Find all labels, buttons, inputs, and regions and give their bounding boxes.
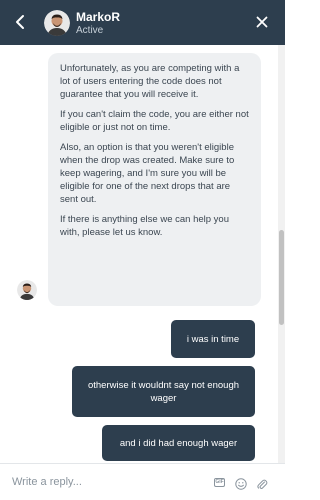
- agent-message-paragraph: If there is anything else we can help yo…: [60, 214, 229, 238]
- attach-button[interactable]: [256, 477, 268, 489]
- agent-message-paragraph: Unfortunately, as you are competing with…: [60, 63, 240, 100]
- user-message: and i did had enough wager: [102, 425, 255, 461]
- agent-message-paragraph: If you can't claim the code, you are eit…: [60, 109, 249, 133]
- agent-message: Unfortunately, as you are competing with…: [48, 53, 261, 306]
- agent-avatar: [44, 10, 70, 36]
- chevron-left-icon: [16, 15, 24, 29]
- agent-status: Active: [76, 25, 104, 36]
- user-message: i was in time: [171, 320, 255, 358]
- close-button[interactable]: [251, 11, 273, 33]
- reply-input[interactable]: [12, 473, 202, 491]
- emoji-icon: [235, 478, 247, 490]
- scrollbar-thumb[interactable]: [279, 230, 284, 325]
- paperclip-icon: [257, 479, 268, 489]
- user-message: otherwise it wouldnt say not enough wage…: [72, 366, 255, 417]
- back-button[interactable]: [10, 11, 32, 33]
- agent-name: MarkoR: [76, 10, 121, 24]
- reply-composer: GIF: [0, 463, 285, 500]
- agent-message-paragraph: Also, an option is that you weren't elig…: [60, 142, 235, 205]
- gif-icon[interactable]: GIF: [214, 478, 225, 487]
- conversation: Unfortunately, as you are competing with…: [0, 45, 278, 463]
- emoji-button[interactable]: [235, 477, 247, 490]
- chat-header: MarkoR Active: [0, 0, 285, 45]
- close-icon: [256, 16, 268, 28]
- chat-scrollbar[interactable]: [278, 45, 285, 463]
- agent-message-avatar: [17, 280, 37, 300]
